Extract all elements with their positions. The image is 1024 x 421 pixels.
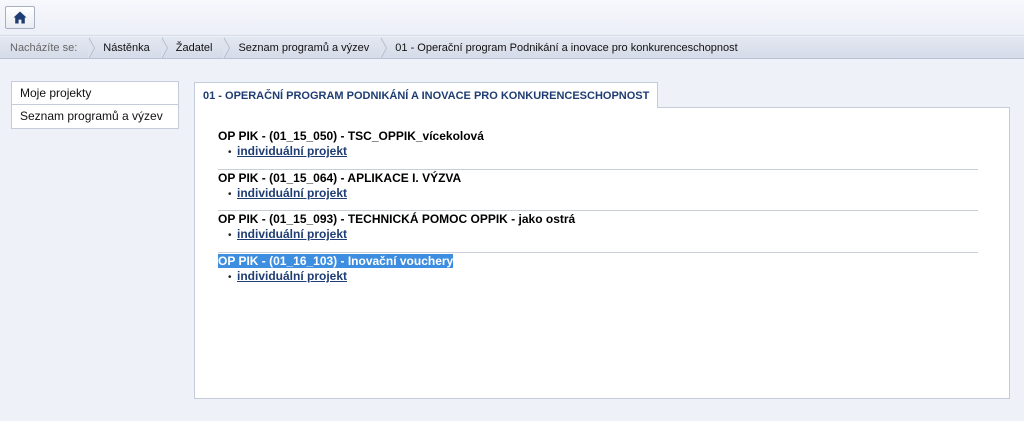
bullet-icon: •	[228, 272, 232, 283]
top-bar	[0, 0, 1024, 36]
sidebar: Moje projekty Seznam programů a výzev	[11, 81, 179, 129]
breadcrumb-item-seznam[interactable]: Seznam programů a výzev	[224, 36, 388, 59]
home-button[interactable]	[5, 6, 35, 29]
program-link-row: • individuální projekt	[218, 186, 978, 202]
breadcrumb: Nacházíte se: Nástěnka Žadatel Seznam pr…	[0, 36, 1024, 59]
home-icon	[13, 11, 27, 24]
program-link-row: • individuální projekt	[218, 269, 978, 285]
program-link-row: • individuální projekt	[218, 227, 978, 243]
bullet-icon: •	[228, 189, 232, 200]
bullet-icon: •	[228, 230, 232, 241]
program-item: OP PIK - (01_15_064) - APLIKACE I. VÝZVA…	[218, 171, 978, 202]
program-title: OP PIK - (01_15_050) - TSC_OPPIK_vícekol…	[218, 129, 484, 143]
program-panel: OP PIK - (01_15_050) - TSC_OPPIK_vícekol…	[194, 107, 1010, 399]
breadcrumb-item-current: 01 - Operační program Podnikání a inovac…	[395, 41, 738, 54]
tab-program[interactable]: 01 - OPERAČNÍ PROGRAM PODNIKÁNÍ A INOVAC…	[194, 82, 659, 108]
program-link[interactable]: individuální projekt	[237, 144, 347, 158]
sidebar-item-moje-projekty[interactable]: Moje projekty	[12, 82, 178, 105]
program-link[interactable]: individuální projekt	[237, 186, 347, 200]
divider	[218, 210, 978, 211]
program-link[interactable]: individuální projekt	[237, 269, 347, 283]
program-item: OP PIK - (01_16_103) - Inovační vouchery…	[218, 254, 978, 285]
program-item: OP PIK - (01_15_050) - TSC_OPPIK_vícekol…	[218, 129, 978, 160]
program-title-selected: OP PIK - (01_16_103) - Inovační vouchery	[218, 254, 454, 268]
program-title: OP PIK - (01_15_064) - APLIKACE I. VÝZVA	[218, 171, 462, 185]
divider	[218, 169, 978, 170]
program-link[interactable]: individuální projekt	[237, 227, 347, 241]
breadcrumb-item-zadatel[interactable]: Žadatel	[162, 36, 231, 59]
sidebar-item-seznam-programu[interactable]: Seznam programů a výzev	[12, 105, 178, 128]
breadcrumb-label: Nacházíte se:	[0, 36, 96, 59]
divider	[218, 252, 978, 253]
program-item: OP PIK - (01_15_093) - TECHNICKÁ POMOC O…	[218, 212, 978, 243]
program-title: OP PIK - (01_15_093) - TECHNICKÁ POMOC O…	[218, 212, 576, 226]
program-link-row: • individuální projekt	[218, 144, 978, 160]
breadcrumb-item-nastenka[interactable]: Nástěnka	[89, 36, 169, 59]
bullet-icon: •	[228, 147, 232, 158]
